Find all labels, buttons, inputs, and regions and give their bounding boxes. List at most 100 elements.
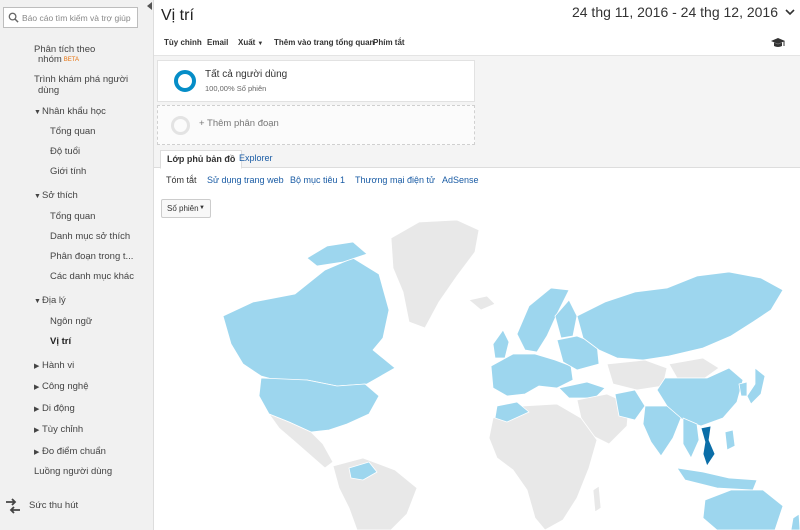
map-region-korea [738,381,748,397]
sidebar-item-label: Công nghệ [42,381,89,392]
sidebar-item-cohort-line2[interactable]: nhóm BETA [38,54,79,66]
sidebar-item-label: Trình khám phá người [34,74,129,85]
collapse-sidebar-icon[interactable] [145,0,154,12]
segment-ring-icon [174,70,196,92]
sidebar-item-demographics-overview[interactable]: Tổng quan [50,126,95,138]
chevron-down-icon[interactable] [784,6,796,18]
metric-select-value: Số phiên [167,204,199,213]
search-icon [8,12,19,23]
date-range-picker[interactable]: 24 thg 11, 2016 - 24 thg 12, 2016 [572,4,778,20]
sidebar-item-behavior[interactable]: ▶ Hành vi [34,360,74,373]
main-content: Vị trí 24 thg 11, 2016 - 24 thg 12, 2016… [154,0,800,530]
search-box[interactable] [3,7,138,28]
sidebar-item-label: Luồng người dùng [34,466,113,477]
acquisition-icon [6,498,20,514]
subtab-summary[interactable]: Tóm tắt [166,175,197,185]
sidebar-item-acquisition[interactable]: Sức thu hút [29,500,78,511]
caret-right-icon: ▶ [34,427,40,434]
sidebar-item-language[interactable]: Ngôn ngữ [50,316,92,328]
sidebar-item-demographics[interactable]: ▼Nhân khẩu học [34,106,106,119]
map-region-africa [488,403,598,530]
email-button[interactable]: Email [207,38,228,47]
map-region-south-america [332,457,418,530]
sidebar-item-in-market-segments[interactable]: Phân đoạn trong t... [50,251,133,263]
caret-down-icon: ▼ [199,205,205,211]
subtab-site-usage[interactable]: Sử dụng trang web [207,175,284,185]
export-button[interactable]: Xuất ▼ [238,38,263,47]
segment-share: 100,00% Số phiên [205,84,267,93]
empty-segment-ring-icon [171,116,190,135]
add-segment-button[interactable]: + Thêm phân đoạn [157,105,475,145]
segment-name: Tất cả người dùng [205,69,288,80]
caret-right-icon: ▶ [34,406,40,413]
segment-all-users[interactable]: Tất cả người dùng 100,00% Số phiên [157,60,475,102]
sidebar-item-label: nhóm [38,54,62,65]
segment-area: Tất cả người dùng 100,00% Số phiên + Thê… [154,56,800,146]
subtab-ecommerce[interactable]: Thương mại điện tử [355,175,435,185]
sidebar-item-label: Nhân khẩu học [42,106,106,117]
sidebar-item-label: Hành vi [42,360,75,371]
map-region-madagascar [592,485,602,513]
map-region-iceland [468,295,496,311]
metric-select[interactable]: Số phiên ▼ [161,199,211,218]
export-label: Xuất [238,38,256,47]
sidebar-item-label: Độ tuổi [50,146,81,157]
map-region-new-zealand [790,513,800,530]
caret-right-icon: ▶ [34,449,40,456]
add-to-dashboard-button[interactable]: Thêm vào trang tổng quan [274,38,374,47]
sidebar-item-location[interactable]: Vị trí [50,336,71,348]
caret-down-icon: ▼ [34,109,41,116]
map-region-india [642,405,682,457]
graduation-cap-icon[interactable] [770,37,786,49]
customize-button[interactable]: Tùy chỉnh [164,38,202,47]
search-input[interactable] [22,10,136,25]
sidebar-item-other-categories[interactable]: Các danh mục khác [50,271,134,283]
subtab-adsense[interactable]: AdSense [442,175,479,185]
sidebar-item-label: Ngôn ngữ [50,316,93,327]
caret-right-icon: ▶ [34,384,40,391]
sidebar-item-users-flow[interactable]: Luồng người dùng [34,466,112,478]
world-map[interactable] [157,218,800,530]
tab-map-overlay[interactable]: Lớp phủ bản đồ [160,150,243,169]
sidebar-item-label: Di động [42,403,75,414]
sidebar-item-label: Danh mục sở thích [50,231,131,242]
sidebar-item-affinity-categories[interactable]: Danh mục sở thích [50,231,130,243]
map-region-greenland [390,219,480,329]
subtab-goal-set-1[interactable]: Bộ mục tiêu 1 [290,175,345,185]
sidebar-item-label: Tổng quan [50,211,96,222]
sidebar-item-label: Vị trí [50,336,72,347]
page-title: Vị trí [161,7,194,24]
sidebar-item-label: Phân đoạn trong t... [50,251,134,262]
sidebar-item-geo[interactable]: ▼Địa lý [34,295,66,308]
map-region-uk [492,329,510,359]
beta-badge: BETA [63,57,79,63]
add-segment-label: + Thêm phân đoạn [199,118,279,129]
tab-explorer[interactable]: Explorer [233,150,279,169]
sidebar-item-user-explorer-line2[interactable]: dùng [38,85,59,97]
sidebar-item-mobile[interactable]: ▶ Di động [34,403,75,416]
sidebar-item-label: Giới tính [50,166,87,177]
map-region-russia [576,271,784,361]
map-region-iran [614,389,646,421]
sidebar-item-custom[interactable]: ▶ Tùy chỉnh [34,424,83,437]
map-region-mongolia [668,357,720,379]
sidebar-item-label: Địa lý [42,295,66,306]
sidebar-item-benchmarking[interactable]: ▶ Đo điểm chuẩn [34,446,106,459]
caret-down-icon: ▼ [34,298,41,305]
report-toolbar: Tùy chỉnh Email Xuất ▼ Thêm vào trang tổn… [154,32,800,56]
sidebar: Phân tích theo nhómBETA Trình khám phá n… [0,0,154,530]
sidebar-item-label: Sở thích [42,190,78,201]
sidebar-item-label: Tùy chỉnh [42,424,84,435]
sidebar-item-technology[interactable]: ▶ Công nghệ [34,381,88,394]
map-region-vietnam [700,425,716,467]
caret-right-icon: ▶ [34,363,40,370]
sidebar-item-age[interactable]: Độ tuổi [50,146,80,158]
shortcut-button[interactable]: Phím tắt [373,38,405,47]
sidebar-item-label: Các danh mục khác [50,271,134,282]
sidebar-item-interests-overview[interactable]: Tổng quan [50,211,95,223]
sidebar-item-label: Tổng quan [50,126,96,137]
metric-group-tabs: Tóm tắt Sử dụng trang web Bộ mục tiêu 1 … [154,168,800,193]
sidebar-item-gender[interactable]: Giới tính [50,166,86,178]
sidebar-item-interests[interactable]: ▼Sở thích [34,190,78,203]
sidebar-item-label: dùng [38,85,60,96]
